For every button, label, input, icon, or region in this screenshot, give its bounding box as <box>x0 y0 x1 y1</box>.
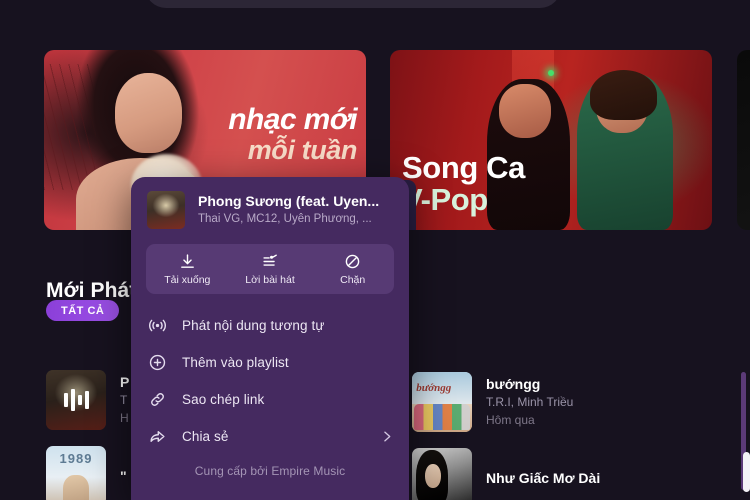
lyrics-label: Lời bài hát <box>245 273 295 286</box>
song-artist: T.R.I, Minh Triều <box>486 395 574 410</box>
album-art-portrait <box>62 474 90 500</box>
chevron-right-icon <box>384 431 391 442</box>
banner-1-line2: mỗi tuần <box>247 135 358 165</box>
song-time: H <box>120 411 129 426</box>
context-menu-song-info: Phong Sương (feat. Uyen... Thai VG, MC12… <box>198 192 379 229</box>
context-menu-footer: Cung cấp bởi Empire Music <box>194 464 346 478</box>
song-title: P <box>120 373 130 390</box>
song-artist: Thai VG, MC12, Uyên Phương, ... <box>198 213 372 226</box>
album-art-face <box>425 463 441 488</box>
scrollbar-thumb[interactable] <box>743 452 750 492</box>
album-art <box>412 448 472 500</box>
banner-2-text: Song Ca V-Pop <box>402 152 525 216</box>
plus-circle-icon <box>149 354 166 371</box>
block-label: Chặn <box>340 273 366 286</box>
album-art <box>46 370 106 430</box>
menu-item-label: Phát nội dung tương tự <box>182 318 325 333</box>
banner-1-face <box>114 73 183 153</box>
context-menu-header: Phong Sương (feat. Uyen... Thai VG, MC12… <box>131 177 409 229</box>
context-menu-items[interactable]: Phát nội dung tương tự Thêm vào playlist… <box>131 307 409 455</box>
menu-item-label: Thêm vào playlist <box>182 355 289 370</box>
lyrics-icon <box>262 254 277 266</box>
banner-1-text: nhạc mới mỗi tuần <box>228 105 357 166</box>
song-meta: Như Giấc Mơ Dài <box>486 469 600 488</box>
banner-2-line2: V-Pop <box>402 182 488 218</box>
share-icon <box>150 431 165 442</box>
download-button[interactable]: Tải xuống <box>146 244 229 294</box>
banner-card-song-ca-vpop[interactable]: Song Ca V-Pop <box>390 50 712 230</box>
list-item[interactable]: bướngg bướngg T.R.I, Minh Triều Hôm qua <box>412 372 712 432</box>
menu-item-share[interactable]: Chia sẻ <box>131 418 409 455</box>
song-meta: P T H <box>120 373 129 428</box>
banner-3-artwork <box>737 50 750 230</box>
list-item[interactable]: Như Giấc Mơ Dài <box>412 448 712 500</box>
menu-item-label: Chia sẻ <box>182 429 229 444</box>
banner-1-line1: nhạc mới <box>228 103 357 136</box>
album-art: 1989 <box>46 446 106 500</box>
menu-item-play-similar[interactable]: Phát nội dung tương tự <box>131 307 409 344</box>
album-art: bướngg <box>412 372 472 432</box>
link-icon <box>151 393 164 406</box>
banner-2-man-face <box>499 84 551 139</box>
filter-chip-all[interactable]: TẤT CẢ <box>46 300 120 321</box>
song-title: Phong Sương (feat. Uyen... <box>198 192 380 209</box>
album-art-people <box>414 404 470 430</box>
download-icon <box>180 253 194 268</box>
album-art <box>147 191 185 229</box>
song-time: Hôm qua <box>486 413 535 428</box>
download-label: Tải xuống <box>164 273 211 286</box>
banner-2-line1: Song Ca <box>402 150 525 186</box>
banner-2-woman-hair <box>589 69 658 121</box>
song-meta: " <box>120 467 127 486</box>
search-bar[interactable] <box>145 0 561 8</box>
broadcast-icon <box>149 319 166 332</box>
album-art-script: bướngg <box>416 381 452 394</box>
quick-action-row[interactable]: Tải xuống Lời bài hát Chặn <box>146 244 394 294</box>
song-context-menu[interactable]: Phong Sương (feat. Uyen... Thai VG, MC12… <box>131 177 409 500</box>
menu-item-label: Sao chép link <box>182 392 265 407</box>
song-title: Như Giấc Mơ Dài <box>486 469 601 486</box>
song-meta: bướngg T.R.I, Minh Triều Hôm qua <box>486 375 573 430</box>
banner-card-third[interactable] <box>737 50 750 230</box>
block-button[interactable]: Chặn <box>311 244 394 294</box>
song-title: bướngg <box>486 375 541 392</box>
song-title: " <box>120 467 127 484</box>
menu-item-copy-link[interactable]: Sao chép link <box>131 381 409 418</box>
block-icon <box>345 254 360 268</box>
lyrics-button[interactable]: Lời bài hát <box>229 244 312 294</box>
menu-item-add-to-playlist[interactable]: Thêm vào playlist <box>131 344 409 381</box>
banner-2-light-dot <box>547 69 554 76</box>
album-art-year: 1989 <box>59 451 93 467</box>
song-list-right[interactable]: bướngg bướngg T.R.I, Minh Triều Hôm qua … <box>412 372 712 500</box>
song-artist: T <box>120 393 128 408</box>
equalizer-playing-icon <box>46 370 106 430</box>
